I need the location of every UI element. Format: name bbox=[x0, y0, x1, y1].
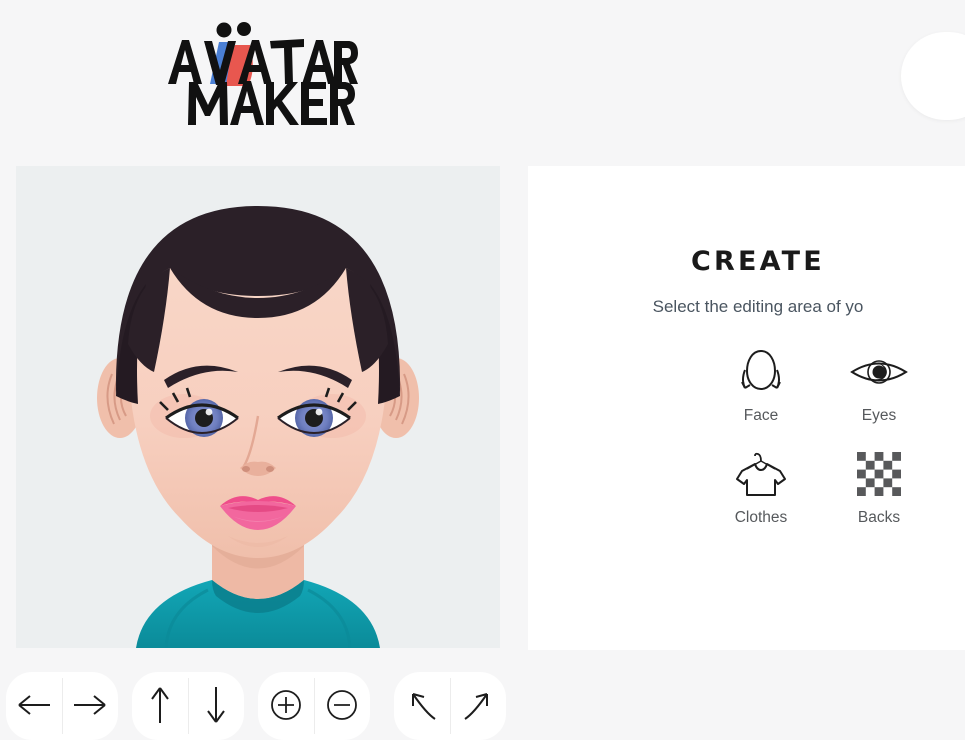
move-right-button[interactable] bbox=[62, 672, 118, 740]
page-title: CREATE bbox=[691, 246, 825, 277]
toolbar-group-move-horizontal bbox=[6, 672, 118, 740]
clothes-icon bbox=[734, 449, 788, 499]
move-up-button[interactable] bbox=[132, 672, 188, 740]
category-item-eyes[interactable]: Eyes bbox=[820, 347, 938, 425]
avatar-canvas[interactable] bbox=[16, 166, 500, 648]
move-down-button[interactable] bbox=[188, 672, 244, 740]
curved-arrow-up-left-icon bbox=[404, 687, 440, 726]
face-icon bbox=[736, 347, 786, 397]
toolbar-group-zoom bbox=[258, 672, 370, 740]
zoom-out-button[interactable] bbox=[314, 672, 370, 740]
arrow-right-icon bbox=[70, 692, 110, 721]
category-label: Clothes bbox=[734, 509, 788, 526]
app-logo bbox=[0, 12, 515, 127]
category-item-clothes[interactable]: Clothes bbox=[702, 449, 820, 527]
toolbar-group-move-vertical bbox=[132, 672, 244, 740]
grid-spacer bbox=[938, 347, 965, 425]
logo-artwork bbox=[167, 22, 358, 125]
eyes-icon bbox=[850, 347, 908, 397]
category-item-backgrounds[interactable]: Backs bbox=[820, 449, 938, 527]
minus-circle-icon bbox=[325, 688, 359, 725]
category-label: Backs bbox=[857, 509, 901, 526]
create-panel: CREATE Select the editing area of yo Fac… bbox=[528, 166, 965, 650]
rotate-right-button[interactable] bbox=[450, 672, 506, 740]
category-grid: Face Eyes Clothes Backs bbox=[528, 347, 965, 527]
panel-subtitle: Select the editing area of yo bbox=[652, 297, 864, 316]
rotate-left-button[interactable] bbox=[394, 672, 450, 740]
toolbar-group-rotate bbox=[394, 672, 506, 740]
category-label: Face bbox=[743, 407, 779, 424]
arrow-left-icon bbox=[14, 692, 54, 721]
move-left-button[interactable] bbox=[6, 672, 62, 740]
curved-arrow-up-right-icon bbox=[460, 687, 496, 726]
top-right-floating-button[interactable] bbox=[901, 32, 965, 120]
category-item-face[interactable]: Face bbox=[702, 347, 820, 425]
plus-circle-icon bbox=[269, 688, 303, 725]
app-header bbox=[0, 0, 515, 166]
backgrounds-icon bbox=[857, 449, 901, 499]
category-label: Eyes bbox=[861, 407, 897, 424]
bottom-toolbar bbox=[0, 672, 520, 740]
avatar-illustration bbox=[16, 166, 500, 648]
zoom-in-button[interactable] bbox=[258, 672, 314, 740]
